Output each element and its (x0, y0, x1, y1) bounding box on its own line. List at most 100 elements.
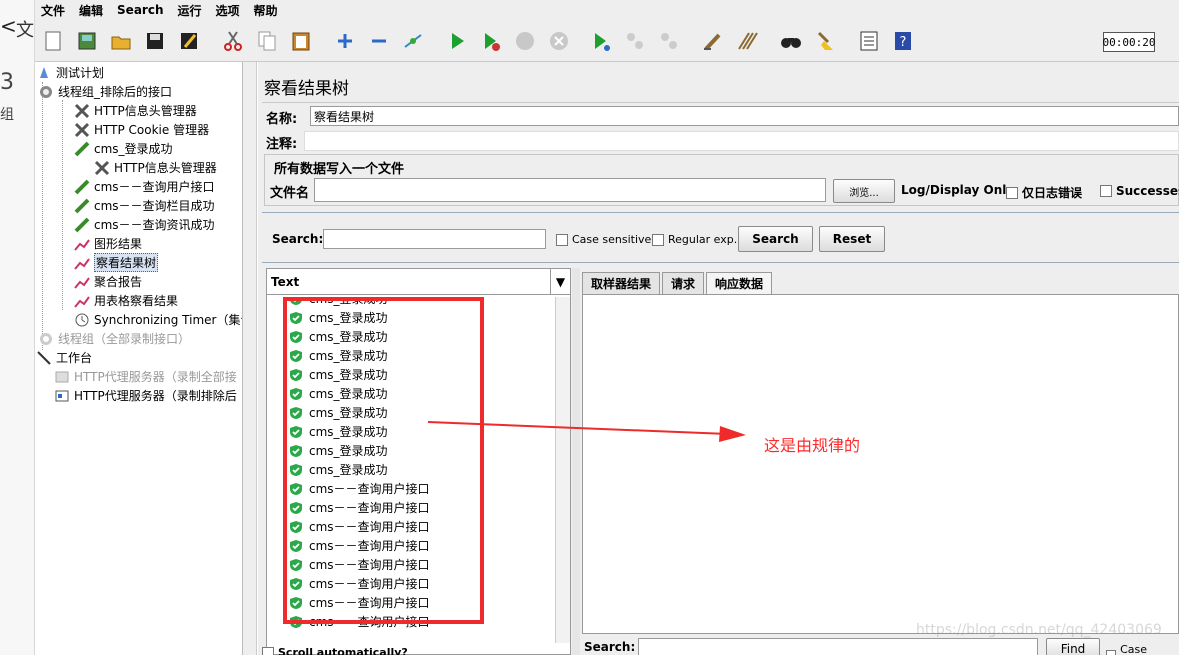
stop-icon[interactable] (511, 26, 539, 56)
find-button[interactable]: Find (1046, 638, 1100, 655)
checkbox-box[interactable] (556, 233, 568, 246)
start-no-pause-icon[interactable] (477, 26, 505, 56)
sampler-icon (73, 198, 91, 214)
clear-icon[interactable] (699, 26, 727, 56)
tab-sampler-result[interactable]: 取样器结果 (582, 272, 661, 294)
save-as-icon[interactable] (175, 26, 203, 56)
remote-start-icon[interactable] (587, 26, 615, 56)
comment-label: 注释: (266, 137, 298, 152)
menu-help[interactable]: 帮助 (254, 2, 278, 19)
new-icon[interactable] (39, 26, 67, 56)
divider (262, 102, 1179, 103)
name-field[interactable]: 察看结果树 (310, 106, 1179, 126)
successes-checkbox[interactable]: Successes (1100, 184, 1179, 198)
remote-stop-icon[interactable] (621, 26, 649, 56)
regex-checkbox[interactable]: Regular exp. (652, 233, 737, 246)
errors-only-checkbox[interactable]: 仅日志错误 (1006, 184, 1082, 201)
background-text: 组 (0, 107, 14, 123)
clear-all-icon[interactable] (733, 26, 761, 56)
expand-icon[interactable] (331, 26, 359, 56)
case-sensitive-checkbox[interactable]: Case sensitive (556, 233, 651, 246)
checkbox-box[interactable] (1006, 186, 1018, 199)
open-icon[interactable] (107, 26, 135, 56)
checkbox-box[interactable] (652, 233, 664, 246)
save-icon[interactable] (141, 26, 169, 56)
filename-input[interactable] (314, 178, 826, 202)
renderer-select[interactable]: Text ▼ (267, 269, 570, 295)
tree-node-sampler[interactable]: cms_登录成功 (73, 139, 173, 158)
tree-node-sampler[interactable]: cms－－查询资讯成功 (73, 215, 215, 234)
search-button[interactable]: Search (738, 226, 813, 252)
table-results-icon (73, 293, 91, 309)
sampler-icon (73, 217, 91, 233)
start-icon[interactable] (443, 26, 471, 56)
tree-node-proxy-server-disabled[interactable]: HTTP代理服务器（录制全部接 (53, 367, 237, 386)
thread-group-icon (37, 84, 55, 100)
tree-node-view-results-tree[interactable]: 察看结果树 (73, 253, 159, 272)
tree-node-header-manager[interactable]: HTTP信息头管理器 (73, 101, 197, 120)
timer-icon (73, 312, 91, 328)
chevron-down-icon[interactable]: ▼ (550, 269, 570, 295)
response-case-checkbox[interactable]: Case sensitiv (1106, 643, 1179, 655)
function-helper-icon[interactable] (855, 26, 883, 56)
tree-node-sync-timer[interactable]: Synchronizing Timer（集合 (73, 310, 242, 329)
results-scrollbar[interactable] (555, 297, 570, 643)
tree-node-thread-group-disabled[interactable]: 线程组（全部录制接口） (37, 329, 190, 348)
tree-node-sampler[interactable]: cms－－查询用户接口 (73, 177, 215, 196)
thread-group-icon (37, 331, 55, 347)
checkbox-box[interactable] (262, 646, 274, 655)
response-search-input[interactable] (638, 638, 1038, 655)
tab-response-data[interactable]: 响应数据 (706, 272, 773, 294)
cut-icon[interactable] (219, 26, 247, 56)
collapse-icon[interactable] (365, 26, 393, 56)
sampler-icon (73, 141, 91, 157)
tree-splitter[interactable] (243, 62, 257, 655)
search-input[interactable] (323, 229, 546, 249)
annotation-text: 这是由规律的 (764, 436, 861, 455)
tree-node-table-results[interactable]: 用表格察看结果 (73, 291, 178, 310)
copy-icon[interactable] (253, 26, 281, 56)
shutdown-icon[interactable] (545, 26, 573, 56)
paste-icon[interactable] (287, 26, 315, 56)
checkbox-box[interactable] (1106, 650, 1117, 655)
checkbox-box[interactable] (1100, 185, 1112, 197)
svg-text:?: ? (900, 35, 907, 50)
comment-field[interactable] (304, 131, 1179, 151)
name-label: 名称: (266, 112, 298, 127)
help-icon[interactable]: ? (889, 26, 917, 56)
header-manager-icon (93, 160, 111, 176)
menu-search[interactable]: Search (117, 3, 163, 17)
tree-node-test-plan[interactable]: 测试计划 (35, 63, 104, 82)
tree-node-graph-results[interactable]: 图形结果 (73, 234, 142, 253)
search-icon[interactable] (777, 26, 805, 56)
tree-node-sampler[interactable]: cms－－查询栏目成功 (73, 196, 215, 215)
menu-edit[interactable]: 编辑 (79, 2, 103, 19)
background-window-strip: < 文 3 组 (0, 0, 35, 655)
annotation-arrow (428, 421, 746, 442)
tree-node-aggregate-report[interactable]: 聚合报告 (73, 272, 142, 291)
menu-file[interactable]: 文件 (41, 2, 65, 19)
panel-splitter[interactable] (572, 268, 580, 655)
test-plan-tree: 测试计划 线程组_排除后的接口 HTTP信息头管理器 HTTP Cookie 管… (35, 62, 243, 655)
scroll-automatically-checkbox[interactable]: Scroll automatically? (262, 646, 408, 655)
menu-run[interactable]: 运行 (177, 2, 201, 19)
proxy-server-icon (53, 369, 71, 385)
tree-node-cookie-manager[interactable]: HTTP Cookie 管理器 (73, 120, 209, 139)
menu-options[interactable]: 选项 (216, 2, 240, 19)
toggle-icon[interactable] (399, 26, 427, 56)
tree-node-header-manager[interactable]: HTTP信息头管理器 (93, 158, 217, 177)
reset-search-icon[interactable] (811, 26, 839, 56)
remote-exit-icon[interactable] (655, 26, 683, 56)
tree-node-thread-group[interactable]: 线程组_排除后的接口 (37, 82, 172, 101)
tab-request[interactable]: 请求 (662, 272, 705, 294)
templates-icon[interactable] (73, 26, 101, 56)
response-data-panel (582, 294, 1179, 634)
aggregate-report-icon (73, 274, 91, 290)
page-title: 察看结果树 (264, 79, 349, 99)
tree-node-proxy-server[interactable]: HTTP代理服务器（录制排除后 (53, 386, 237, 405)
browse-button[interactable]: 浏览... (833, 179, 895, 203)
splitter[interactable] (262, 262, 1179, 263)
reset-button[interactable]: Reset (819, 226, 885, 252)
tree-node-workbench[interactable]: 工作台 (35, 348, 92, 367)
splitter[interactable] (262, 212, 1179, 213)
